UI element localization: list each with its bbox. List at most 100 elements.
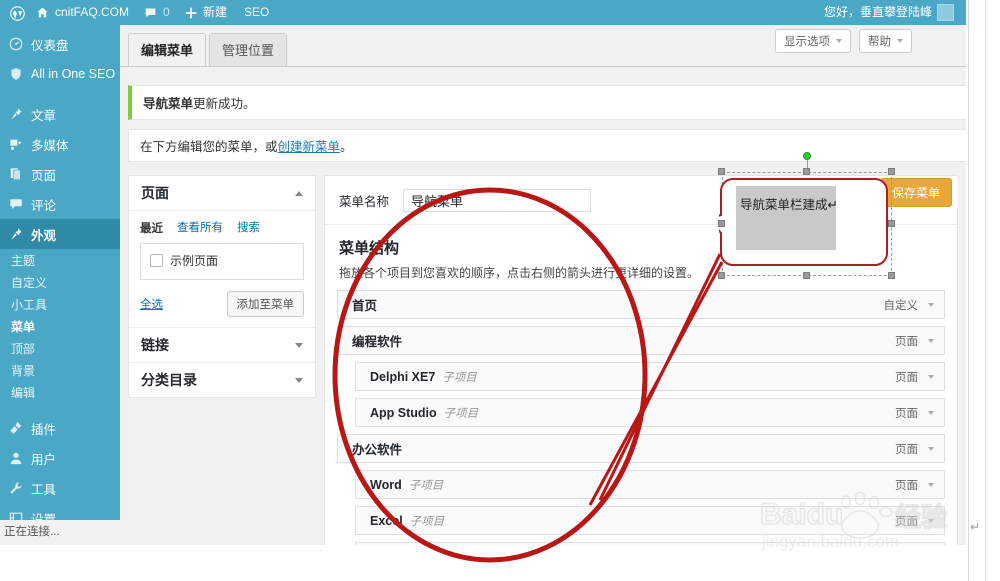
resize-handle-s[interactable] xyxy=(803,272,810,279)
submenu-item-menus[interactable]: 菜单 xyxy=(0,315,120,337)
accordion-body-pages: 最近 查看所有 搜索 示例页面 全选 添加至菜单 xyxy=(129,211,315,327)
create-new-menu-link[interactable]: 创建新菜单 xyxy=(278,136,341,155)
pages-icon xyxy=(9,167,23,181)
accordion-title: 链接 xyxy=(141,337,169,353)
menu-item-meta: 页面 xyxy=(895,369,934,385)
wp-admin-bar: cnitFAQ.COM 0 新建 SEO 您好，垂直攀登陆峰 xyxy=(0,0,966,25)
submenu-label: 编辑 xyxy=(11,385,36,400)
menu-item-title: Word 子项目 xyxy=(370,477,443,493)
accordion-header-categories[interactable]: 分类目录 xyxy=(129,363,315,397)
add-to-menu-button[interactable]: 添加至菜单 xyxy=(226,291,304,317)
menu-item-sub-label: 子项目 xyxy=(442,371,477,384)
sidebar-item-all-in-one-seo[interactable]: All in One SEO xyxy=(0,59,120,89)
sidebar-item-users[interactable]: 用户 xyxy=(0,443,120,473)
sidebar-item-dashboard[interactable]: 仪表盘 xyxy=(0,29,120,59)
submenu-item-editor[interactable]: 编辑 xyxy=(0,381,120,403)
site-name-label: cnitFAQ.COM xyxy=(55,5,130,19)
baidu-watermark-logo: Baidu 经验 jingyan.baidu.com xyxy=(759,491,948,551)
submenu-item-background[interactable]: 背景 xyxy=(0,359,120,381)
select-all-link[interactable]: 全选 xyxy=(140,296,163,312)
list-item[interactable]: 示例页面 xyxy=(150,252,294,269)
resize-handle-w[interactable] xyxy=(718,220,725,227)
resize-handle-sw[interactable] xyxy=(718,272,725,279)
admin-bar-seo[interactable]: SEO xyxy=(238,0,275,25)
chevron-up-icon[interactable] xyxy=(295,190,303,196)
appearance-submenu: 主题 自定义 小工具 菜单 顶部 背景 编辑 xyxy=(0,249,120,407)
chevron-down-icon xyxy=(897,39,903,43)
status-text: 正在连接... xyxy=(4,526,60,538)
sidebar-item-appearance[interactable]: 外观 xyxy=(0,219,128,249)
notice-rest: 更新成功。 xyxy=(193,97,256,111)
chevron-down-icon[interactable] xyxy=(928,302,934,307)
chevron-down-icon[interactable] xyxy=(295,377,303,383)
menu-item-title: Delphi XE7 子项目 xyxy=(370,369,477,385)
resize-handle-se[interactable] xyxy=(888,272,895,279)
menu-item-row[interactable]: Delphi XE7 子项目 页面 xyxy=(355,362,945,391)
menu-item-meta: 页面 xyxy=(895,405,934,421)
menu-item-title-text: 首页 xyxy=(352,299,378,313)
menu-item-meta: 自定义 xyxy=(884,297,934,313)
sidebar-item-plugins[interactable]: 插件 xyxy=(0,413,120,443)
submenu-item-themes[interactable]: 主题 xyxy=(0,249,120,271)
menu-item-title-text: 办公软件 xyxy=(352,443,403,457)
resize-handle-ne[interactable] xyxy=(888,168,895,175)
pages-tab-view-all[interactable]: 查看所有 xyxy=(177,219,223,240)
sidebar-item-pages[interactable]: 页面 xyxy=(0,159,120,189)
chevron-down-icon[interactable] xyxy=(928,338,934,343)
sidebar-label: 外观 xyxy=(31,228,57,243)
pages-tab-recent[interactable]: 最近 xyxy=(140,220,163,241)
menu-name-input[interactable] xyxy=(403,189,592,212)
tab-edit-menu[interactable]: 编辑菜单 xyxy=(128,33,207,67)
admin-bar-account[interactable]: 您好，垂直攀登陆峰 xyxy=(818,0,960,25)
menu-item-type: 页面 xyxy=(895,443,918,456)
menu-item-type: 页面 xyxy=(895,479,918,492)
submenu-item-header[interactable]: 顶部 xyxy=(0,337,120,359)
accordion-header-links[interactable]: 链接 xyxy=(129,327,315,363)
menu-description-box: 在下方编辑您的菜单，或 创建新菜单。 xyxy=(128,129,966,162)
accordion-header-pages[interactable]: 页面 xyxy=(129,176,315,211)
menu-item-row[interactable]: App Studio 子项目 页面 xyxy=(355,398,945,427)
help-label: 帮助 xyxy=(868,36,891,48)
notice-strong: 导航菜单 xyxy=(143,97,194,111)
tab-manage-locations[interactable]: 管理位置 xyxy=(209,33,288,66)
document-margin-line xyxy=(968,0,969,581)
callout-text: 导航菜单栏建成↵ xyxy=(740,198,838,212)
pages-tab-search[interactable]: 搜索 xyxy=(237,219,260,240)
brush-icon xyxy=(9,227,23,241)
admin-bar-new[interactable]: 新建 xyxy=(178,0,233,25)
menu-item-sub-label: 子项目 xyxy=(409,515,445,528)
wordpress-logo-icon[interactable] xyxy=(4,0,30,25)
resize-handle-n[interactable] xyxy=(803,168,810,175)
sidebar-item-media[interactable]: 多媒体 xyxy=(0,129,120,159)
callout-shape[interactable]: 导航菜单栏建成↵ xyxy=(718,152,895,279)
pin-icon xyxy=(9,107,23,121)
screen-options-button[interactable]: 显示选项 xyxy=(775,29,851,53)
chevron-down-icon[interactable] xyxy=(295,342,303,348)
sidebar-item-tools[interactable]: 工具 xyxy=(0,473,120,503)
rotation-handle[interactable] xyxy=(803,152,811,160)
help-button[interactable]: 帮助 xyxy=(859,29,912,53)
menu-item-row[interactable]: 编程软件 页面 xyxy=(337,326,945,355)
chevron-down-icon[interactable] xyxy=(928,374,934,379)
resize-handle-nw[interactable] xyxy=(718,168,725,175)
sidebar-item-posts[interactable]: 文章 xyxy=(0,99,120,129)
menu-item-row[interactable]: 办公软件 页面 xyxy=(337,434,945,463)
chevron-down-icon[interactable] xyxy=(928,482,934,487)
chevron-down-icon[interactable] xyxy=(928,410,934,415)
resize-handle-e[interactable] xyxy=(888,220,895,227)
add-menu-items-accordion: 页面 最近 查看所有 搜索 示例页面 全选 添加至菜单 链接 分类目录 xyxy=(128,175,316,398)
sidebar-label: 仪表盘 xyxy=(31,38,69,53)
menu-name-label: 菜单名称 xyxy=(339,195,390,209)
submenu-label: 自定义 xyxy=(11,275,48,290)
menu-item-title-text: App Studio xyxy=(370,405,437,420)
submenu-item-widgets[interactable]: 小工具 xyxy=(0,293,120,315)
page-checkbox[interactable] xyxy=(150,254,163,267)
admin-bar-site-name[interactable]: cnitFAQ.COM xyxy=(30,0,135,25)
submenu-item-customize[interactable]: 自定义 xyxy=(0,271,120,293)
menu-item-row[interactable]: 首页 自定义 xyxy=(337,290,945,319)
word-document-page: ↵ cnitFAQ.COM 0 新建 SEO 您好，垂直攀登陆峰 仪表盘 All… xyxy=(0,0,1000,581)
chevron-down-icon[interactable] xyxy=(928,446,934,451)
accordion-title: 分类目录 xyxy=(141,372,197,388)
admin-bar-comments[interactable]: 0 xyxy=(138,0,176,25)
sidebar-item-comments[interactable]: 评论 xyxy=(0,189,120,219)
